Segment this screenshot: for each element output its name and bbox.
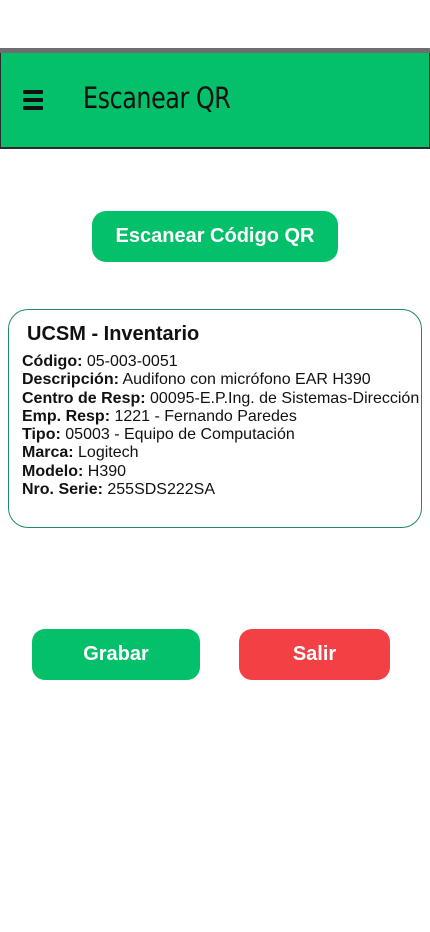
field-label: Tipo: — [22, 426, 61, 444]
field-value: 1221 - Fernando Paredes — [114, 407, 297, 425]
field-value: H390 — [87, 462, 127, 480]
field-value: 00095-E.P.Ing. de Sistemas-Dirección — [150, 389, 420, 407]
exit-button[interactable]: Salir — [239, 629, 390, 680]
field-label: Marca: — [22, 444, 74, 462]
field-descripcion: Descripción: Audifono con micrófono EAR … — [22, 371, 419, 389]
field-label: Código: — [22, 353, 83, 370]
hamburger-menu-icon[interactable] — [23, 90, 43, 110]
field-codigo: Código: 05-003-0051 — [22, 353, 419, 371]
field-value: Logitech — [78, 444, 139, 462]
scan-qr-button[interactable]: Escanear Código QR — [92, 211, 338, 262]
field-centro-resp: Centro de Resp: 00095-E.P.Ing. de Sistem… — [22, 390, 419, 408]
page-title: Escanear QR — [83, 81, 231, 115]
field-label: Centro de Resp: — [22, 389, 146, 407]
inventory-fields: Código: 05-003-0051 Descripción: Audifon… — [22, 353, 419, 499]
field-tipo: Tipo: 05003 - Equipo de Computación — [22, 426, 419, 444]
field-value: 05003 - Equipo de Computación — [65, 426, 295, 444]
field-label: Nro. Serie: — [22, 481, 103, 499]
save-button[interactable]: Grabar — [32, 629, 200, 680]
field-label: Emp. Resp: — [22, 407, 111, 425]
field-marca: Marca: Logitech — [22, 444, 419, 462]
field-emp-resp: Emp. Resp: 1221 - Fernando Paredes — [22, 408, 419, 426]
field-modelo: Modelo: H390 — [22, 463, 419, 481]
app-bar: Escanear QR — [0, 53, 430, 149]
field-value: 05-003-0051 — [86, 353, 178, 370]
field-value: Audifono con micrófono EAR H390 — [122, 371, 371, 389]
field-nro-serie: Nro. Serie: 255SDS222SA — [22, 481, 419, 499]
card-title: UCSM - Inventario — [27, 323, 200, 345]
field-value: 255SDS222SA — [107, 481, 216, 499]
inventory-card: UCSM - Inventario Código: 05-003-0051 De… — [8, 309, 422, 528]
field-label: Descripción: — [22, 371, 119, 389]
field-label: Modelo: — [22, 462, 84, 480]
